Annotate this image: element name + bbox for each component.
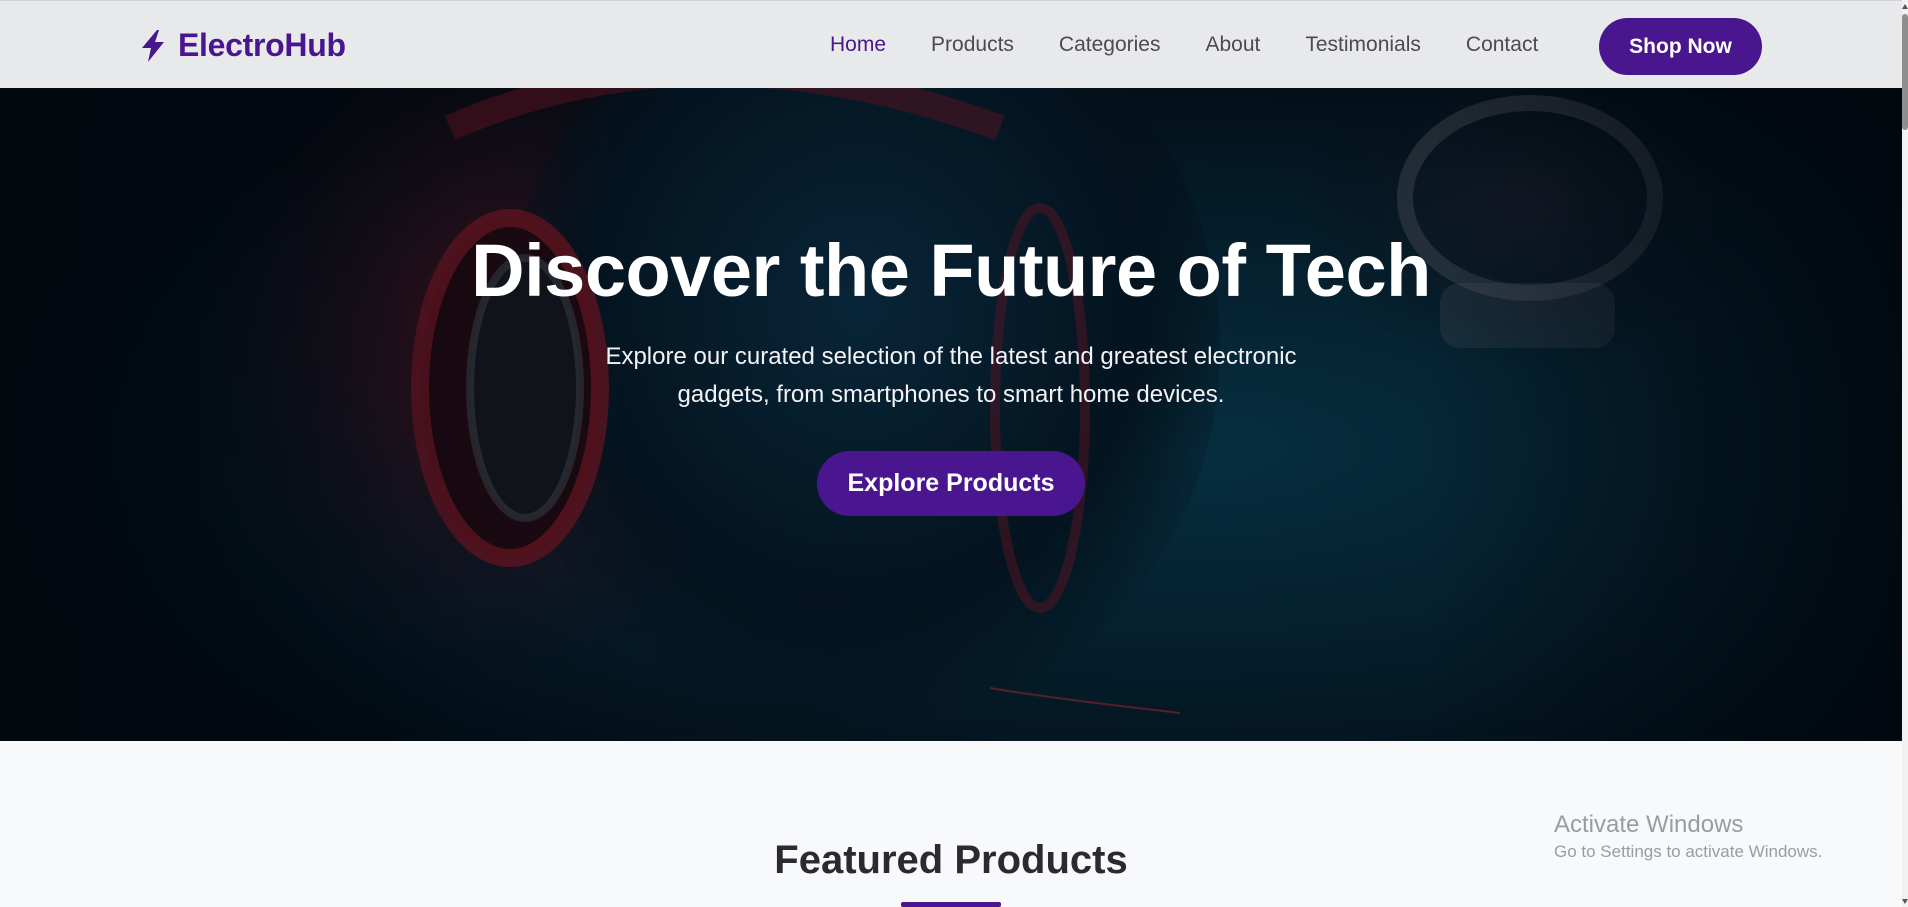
explore-products-button[interactable]: Explore Products [817, 451, 1085, 516]
hero-subtitle: Explore our curated selection of the lat… [605, 343, 1297, 408]
page: ElectroHub Home Products Categories Abou… [0, 0, 1908, 907]
heading-underline [901, 902, 1001, 907]
nav-link-testimonials[interactable]: Testimonials [1305, 33, 1421, 57]
watermark-title: Activate Windows [1554, 811, 1744, 838]
site-header: ElectroHub Home Products Categories Abou… [0, 0, 1902, 88]
main-nav: Home Products Categories About Testimoni… [830, 1, 1583, 89]
shop-now-button[interactable]: Shop Now [1599, 18, 1762, 75]
lightning-bolt-icon [142, 29, 164, 62]
hero-title: Discover the Future of Tech [471, 229, 1431, 312]
watermark-subtitle: Go to Settings to activate Windows. [1554, 842, 1823, 861]
scroll-down-arrow-icon[interactable] [1902, 896, 1908, 906]
brand-logo-link[interactable]: ElectroHub [138, 27, 346, 64]
brand-name: ElectroHub [178, 27, 346, 63]
scrollbar-thumb[interactable] [1902, 14, 1908, 130]
hero-overlay [0, 88, 1902, 741]
nav-link-contact[interactable]: Contact [1466, 33, 1538, 57]
nav-link-home[interactable]: Home [830, 33, 886, 57]
hero-section: Discover the Future of Tech Explore our … [0, 88, 1902, 741]
nav-link-categories[interactable]: Categories [1059, 33, 1161, 57]
nav-link-products[interactable]: Products [931, 33, 1014, 57]
nav-link-about[interactable]: About [1205, 33, 1260, 57]
scroll-up-arrow-icon[interactable] [1902, 2, 1908, 12]
activate-windows-watermark: Activate Windows Go to Settings to activ… [1554, 810, 1822, 864]
vertical-scrollbar[interactable] [1902, 0, 1908, 907]
